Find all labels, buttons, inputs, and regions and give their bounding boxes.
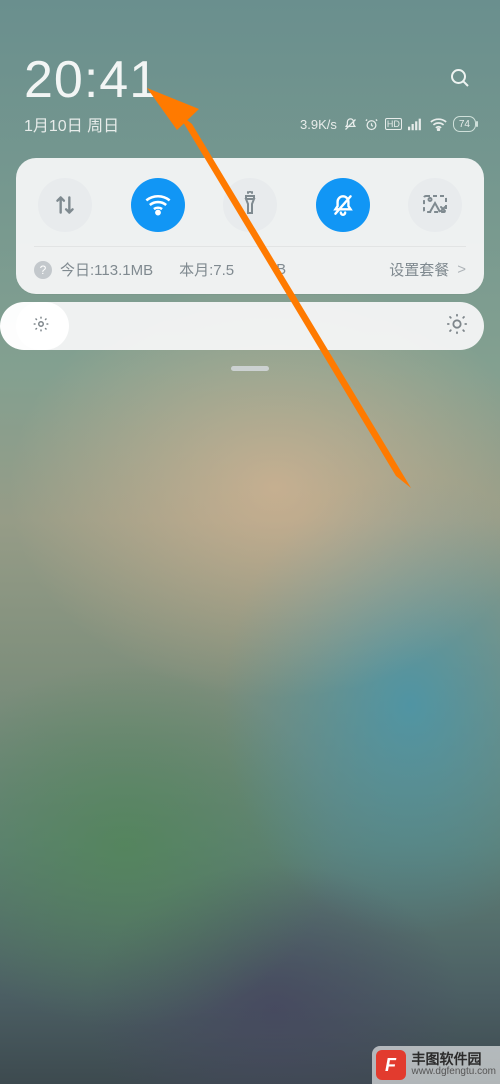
- network-speed: 3.9K/s: [300, 117, 337, 132]
- signal-icon: [408, 117, 424, 131]
- watermark: F 丰图软件园 www.dgfengtu.com: [372, 1046, 500, 1084]
- quick-toggle-row: [34, 174, 466, 246]
- status-header: 20:41 1月10日 周日 3.9K/s HD 74: [0, 0, 500, 136]
- brightness-slider[interactable]: [16, 302, 484, 350]
- watermark-title: 丰图软件园: [412, 1052, 497, 1067]
- wifi-status-icon: [430, 118, 447, 131]
- brightness-high-icon: [446, 313, 468, 340]
- dnd-toggle[interactable]: [316, 178, 370, 232]
- flashlight-toggle[interactable]: [223, 178, 277, 232]
- data-usage-row[interactable]: ? 今日:113.1MB 本月:7.5 B 设置套餐 >: [34, 246, 466, 280]
- date-label: 1月10日 周日: [24, 112, 119, 136]
- status-bar-icons: 3.9K/s HD 74: [300, 116, 476, 132]
- watermark-badge: F: [376, 1050, 406, 1080]
- quick-settings-panel: ? 今日:113.1MB 本月:7.5 B 设置套餐 >: [16, 158, 484, 294]
- battery-indicator: 74: [453, 116, 476, 132]
- notification-shade-screen: 20:41 1月10日 周日 3.9K/s HD 74: [0, 0, 500, 1084]
- month-usage-unit: B: [276, 261, 286, 278]
- drag-handle[interactable]: [231, 366, 269, 371]
- today-usage: 今日:113.1MB: [60, 259, 153, 280]
- alarm-icon: [364, 117, 379, 132]
- set-plan-label: 设置套餐: [389, 259, 449, 280]
- hd-indicator: HD: [385, 118, 402, 130]
- month-usage: 本月:7.5: [179, 259, 234, 280]
- clock: 20:41: [24, 50, 476, 110]
- watermark-url: www.dgfengtu.com: [412, 1067, 497, 1078]
- wifi-toggle[interactable]: [131, 178, 185, 232]
- brightness-low-icon: [32, 315, 50, 338]
- search-icon[interactable]: [448, 66, 472, 95]
- chevron-right-icon: >: [457, 261, 466, 278]
- mobile-data-toggle[interactable]: [38, 178, 92, 232]
- help-icon: ?: [34, 261, 52, 279]
- dnd-status-icon: [343, 117, 358, 132]
- screenshot-toggle[interactable]: [408, 178, 462, 232]
